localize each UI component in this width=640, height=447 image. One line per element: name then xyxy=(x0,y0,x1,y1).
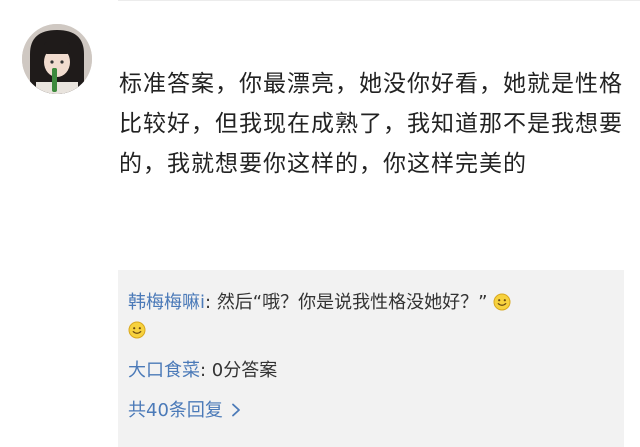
chevron-right-icon xyxy=(231,401,241,422)
reply-text: 0分答案 xyxy=(211,360,278,381)
reply-username[interactable]: 大口食菜 xyxy=(128,360,200,381)
reply-item: 大口食菜: 0分答案 xyxy=(128,356,277,382)
reply-username[interactable]: 韩梅梅嘛i xyxy=(128,292,205,313)
more-replies-link[interactable]: 共40条回复 xyxy=(128,396,241,422)
smile-emoji-icon xyxy=(128,321,146,339)
comment-text: 标准答案，你最漂亮，她没你好看，她就是性格比较好，但我现在成熟了，我知道那不是我… xyxy=(119,71,623,177)
smile-emoji-icon xyxy=(493,293,511,311)
reply-item: 韩梅梅嘛i: 然后“哦？你是说我性格没她好？” xyxy=(128,288,511,314)
reply-text: 然后“哦？你是说我性格没她好？” xyxy=(216,292,488,313)
avatar-image xyxy=(22,24,92,94)
reply-box: 韩梅梅嘛i: 然后“哦？你是说我性格没她好？” 大口食菜: 0分答案 共40条回… xyxy=(118,270,624,447)
user-avatar[interactable] xyxy=(22,24,92,94)
more-replies-label: 共40条回复 xyxy=(128,400,223,421)
reply-separator: : xyxy=(200,360,212,381)
reply-separator: : xyxy=(205,292,217,313)
top-divider xyxy=(118,0,640,15)
reply-emoji-line xyxy=(128,320,146,341)
